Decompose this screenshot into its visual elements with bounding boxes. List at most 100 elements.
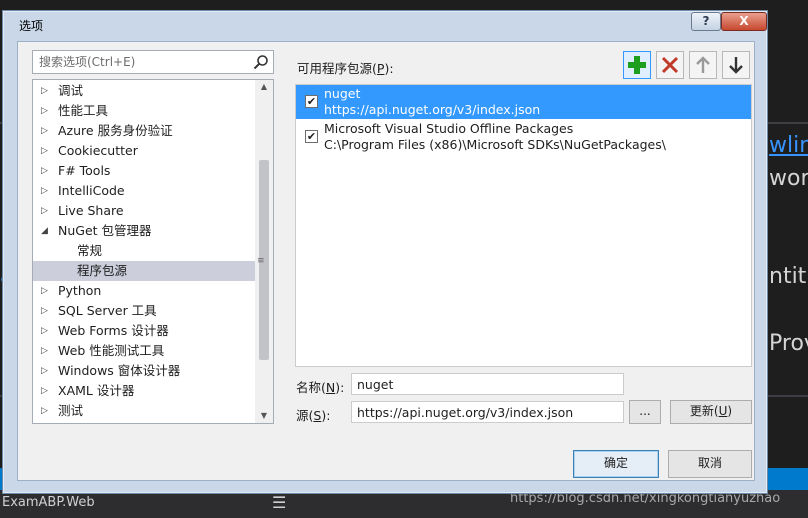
browse-button[interactable]: ...	[629, 400, 661, 424]
menu-icon[interactable]: ☰	[272, 493, 286, 512]
bg-text-right-2: work	[769, 166, 808, 191]
tree-item[interactable]: ▷ SQL Server 工具	[33, 301, 255, 321]
source-checkbox[interactable]: ✔	[305, 130, 318, 143]
tree-item[interactable]: ▷ 性能工具	[33, 101, 255, 121]
source-url: https://api.nuget.org/v3/index.json	[324, 102, 541, 117]
expanded-arrow-icon[interactable]: ◢	[41, 221, 48, 241]
tree-item[interactable]: ▷ 数据工具	[33, 421, 255, 423]
collapsed-arrow-icon[interactable]: ▷	[41, 121, 48, 141]
collapsed-arrow-icon[interactable]: ▷	[41, 181, 48, 201]
project-name: ExamABP.Web	[2, 495, 95, 510]
collapsed-arrow-icon[interactable]: ▷	[41, 361, 48, 381]
tree-item-label: 测试	[58, 403, 84, 418]
tree-item-label: Web 性能测试工具	[58, 343, 165, 358]
scroll-up-icon[interactable]: ▲	[255, 80, 273, 94]
collapsed-arrow-icon[interactable]: ▷	[41, 321, 48, 341]
tree-item-label: Azure 服务身份验证	[58, 123, 173, 138]
move-down-button[interactable]	[722, 51, 750, 79]
name-input[interactable]	[355, 376, 613, 393]
tree-item-label: 调试	[58, 83, 84, 98]
tree-scrollbar[interactable]: ▲ ≡ ▼	[255, 80, 273, 423]
collapsed-arrow-icon[interactable]: ▷	[41, 81, 48, 101]
tree-item[interactable]: ▷ 测试	[33, 401, 255, 421]
source-name: Microsoft Visual Studio Offline Packages	[324, 121, 574, 136]
options-tree[interactable]: ▷ 调试 ▷ 性能工具 ▷ Azure 服务身份验证 ▷ Cookiecutter ▷ F# To…	[32, 79, 274, 424]
tree-item[interactable]: ▷ Web 性能测试工具	[33, 341, 255, 361]
tree-item[interactable]: ▷ XAML 设计器	[33, 381, 255, 401]
tree-item-label: XAML 设计器	[58, 383, 135, 398]
close-button[interactable]: X	[721, 12, 767, 31]
source-item-offline[interactable]: ✔ Microsoft Visual Studio Offline Packag…	[296, 120, 751, 154]
collapsed-arrow-icon[interactable]: ▷	[41, 341, 48, 361]
tree-item-label: 程序包源	[77, 263, 128, 278]
collapsed-arrow-icon[interactable]: ▷	[41, 401, 48, 421]
tree-item[interactable]: ▷ Python	[33, 281, 255, 301]
bg-text-right-1: wlin	[769, 133, 808, 158]
name-field[interactable]	[351, 373, 624, 395]
source-checkbox[interactable]: ✔	[305, 95, 318, 108]
tree-item-label: NuGet 包管理器	[58, 223, 152, 238]
collapsed-arrow-icon[interactable]: ▷	[41, 381, 48, 401]
scroll-down-icon[interactable]: ▼	[255, 409, 273, 423]
ok-button[interactable]: 确定	[573, 450, 659, 478]
tree-item[interactable]: ▷ F# Tools	[33, 161, 255, 181]
grip-icon: ≡	[257, 256, 265, 266]
search-box[interactable]	[32, 50, 274, 74]
tree-item-label: 数据工具	[58, 421, 108, 423]
tree-item-label: SQL Server 工具	[58, 303, 157, 318]
bg-text-right-3: ntit	[769, 264, 807, 289]
collapsed-arrow-icon[interactable]: ▷	[41, 161, 48, 181]
source-field[interactable]	[351, 401, 624, 423]
tree-item-label: Cookiecutter	[58, 143, 138, 158]
bg-text-right-4: Prov	[769, 331, 808, 356]
bottom-bar: ExamABP.Web ☰ https://blog.csdn.net/xing…	[0, 490, 808, 518]
update-button[interactable]: 更新(U)	[670, 400, 752, 424]
help-button[interactable]: ?	[691, 12, 721, 31]
tree-item[interactable]: ▷ Azure 服务身份验证	[33, 121, 255, 141]
arrow-down-icon	[729, 57, 743, 74]
source-item-nuget[interactable]: ✔ nuget https://api.nuget.org/v3/index.j…	[296, 85, 751, 119]
collapsed-arrow-icon[interactable]: ▷	[41, 421, 48, 423]
sources-label: 可用程序包源(P):	[297, 61, 394, 76]
tree-item-label: F# Tools	[58, 163, 111, 178]
source-label: 源(S):	[296, 408, 331, 423]
dialog-title: 选项	[19, 19, 44, 33]
tree-item[interactable]: 程序包源	[33, 261, 255, 281]
collapsed-arrow-icon[interactable]: ▷	[41, 201, 48, 221]
move-up-button[interactable]	[689, 51, 717, 79]
add-source-button[interactable]	[623, 51, 651, 79]
tree-item[interactable]: ▷ Windows 窗体设计器	[33, 361, 255, 381]
source-input[interactable]	[355, 404, 613, 421]
collapsed-arrow-icon[interactable]: ▷	[41, 301, 48, 321]
name-label: 名称(N):	[296, 380, 345, 395]
source-name: nuget	[324, 86, 361, 101]
collapsed-arrow-icon[interactable]: ▷	[41, 281, 48, 301]
search-input[interactable]	[37, 54, 249, 70]
cancel-button[interactable]: 取消	[668, 450, 752, 478]
tree-item-label: 性能工具	[58, 103, 109, 118]
source-url: C:\Program Files (x86)\Microsoft SDKs\Nu…	[324, 137, 666, 152]
tree-item[interactable]: ▷ Cookiecutter	[33, 141, 255, 161]
tree-item[interactable]: ▷ IntelliCode	[33, 181, 255, 201]
tree-item-label: IntelliCode	[58, 183, 125, 198]
tree-item-label: 常规	[77, 243, 103, 258]
search-icon[interactable]	[253, 54, 269, 73]
plus-icon	[628, 56, 646, 74]
collapsed-arrow-icon[interactable]: ▷	[41, 141, 48, 161]
tree-item[interactable]: ▷ 调试	[33, 81, 255, 101]
options-dialog: 选项 ? X ▷ 调试 ▷ 性能工具 ▷ Azure 服务身份验证 ▷ Cookiecutte…	[2, 10, 768, 494]
tree-item-label: Web Forms 设计器	[58, 323, 169, 338]
x-icon	[661, 56, 679, 74]
package-source-list[interactable]: ✔ nuget https://api.nuget.org/v3/index.j…	[295, 84, 752, 367]
dialog-client: ▷ 调试 ▷ 性能工具 ▷ Azure 服务身份验证 ▷ Cookiecutter ▷ F# To…	[17, 41, 755, 481]
collapsed-arrow-icon[interactable]: ▷	[41, 101, 48, 121]
tree-item-label: Live Share	[58, 203, 124, 218]
tree-item[interactable]: 常规	[33, 241, 255, 261]
remove-source-button[interactable]	[656, 51, 684, 79]
tree-item[interactable]: ◢ NuGet 包管理器	[33, 221, 255, 241]
tree-item-label: Python	[58, 283, 102, 298]
arrow-up-icon	[696, 56, 710, 73]
tree-item[interactable]: ▷ Web Forms 设计器	[33, 321, 255, 341]
title-bar: 选项 ? X	[3, 11, 767, 39]
tree-item[interactable]: ▷ Live Share	[33, 201, 255, 221]
